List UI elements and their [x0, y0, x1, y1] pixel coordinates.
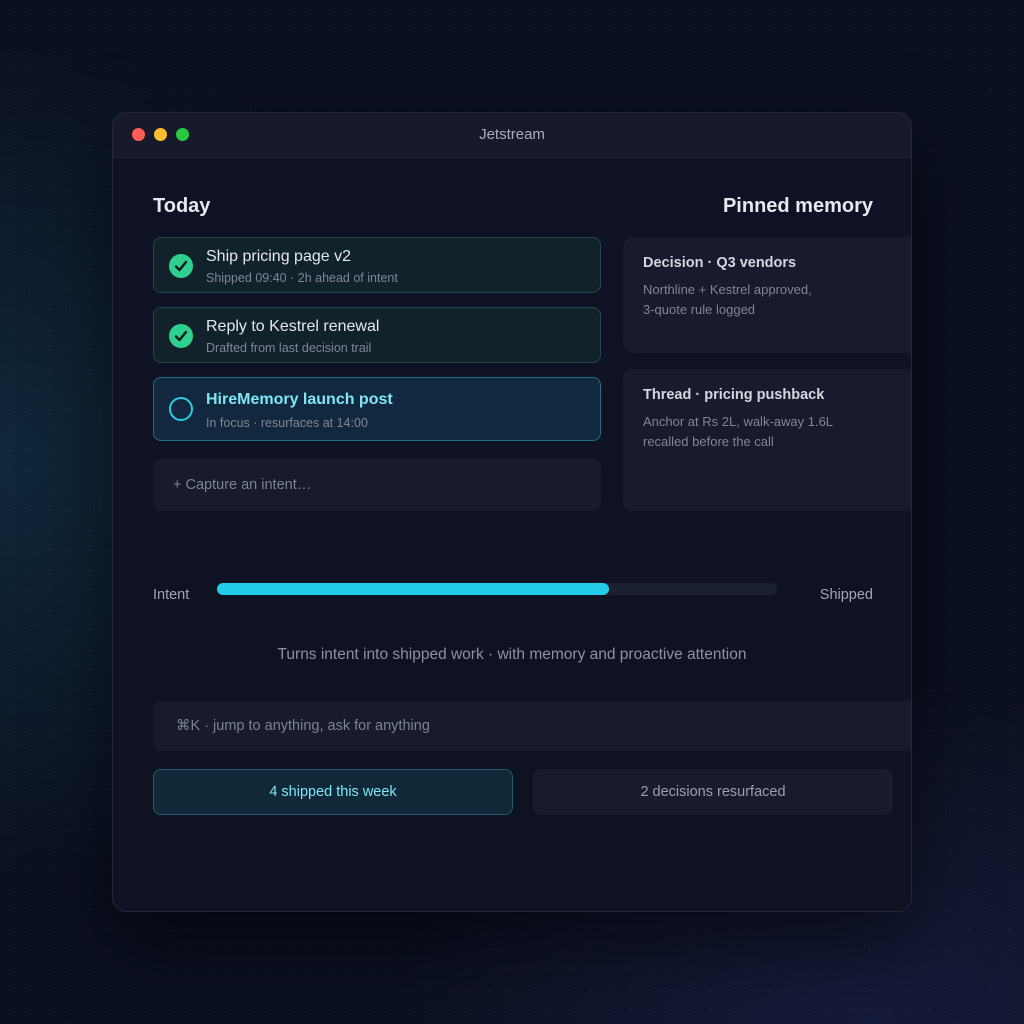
capture-intent-placeholder: + Capture an intent… [173, 477, 312, 493]
task-subtitle: In focus · resurfaces at 14:00 [206, 416, 368, 430]
task-subtitle: Shipped 09:40 · 2h ahead of intent [206, 271, 398, 285]
capture-intent-input[interactable]: + Capture an intent… [153, 459, 601, 511]
app-window: Jetstream Today Pinned memory Ship prici… [112, 112, 912, 912]
task-item[interactable]: Ship pricing page v2 Shipped 09:40 · 2h … [153, 237, 601, 293]
command-bar-input[interactable]: ⌘K · jump to anything, ask for anything [153, 701, 911, 751]
memory-card[interactable]: Decision · Q3 vendors Northline + Kestre… [623, 237, 911, 353]
task-subtitle: Drafted from last decision trail [206, 341, 372, 355]
task-title: HireMemory launch post [206, 391, 393, 408]
window-title: Jetstream [479, 126, 545, 143]
memory-card[interactable]: Thread · pricing pushback Anchor at Rs 2… [623, 369, 911, 511]
task-title: Ship pricing page v2 [206, 248, 351, 265]
memory-card-title: Thread · pricing pushback [643, 387, 825, 403]
shipped-this-week-button[interactable]: 4 shipped this week [153, 769, 513, 815]
progress-shipped-label: Shipped [819, 587, 873, 603]
pinned-memory-heading: Pinned memory [722, 195, 873, 217]
tagline: Turns intent into shipped work · with me… [277, 646, 747, 663]
memory-card-line: recalled before the call [643, 434, 774, 449]
check-circle-icon[interactable] [169, 254, 193, 278]
command-bar-placeholder: ⌘K · jump to anything, ask for anything [176, 718, 430, 734]
memory-card-body: Northline + Kestrel approved, 3-quote ru… [643, 280, 873, 320]
check-circle-icon[interactable] [169, 324, 193, 348]
progress-fill [217, 583, 609, 595]
progress-intent-label: Intent [153, 587, 190, 603]
memory-card-line: Northline + Kestrel approved, [643, 282, 812, 297]
task-item-focused[interactable]: HireMemory launch post In focus · resurf… [153, 377, 601, 441]
memory-card-title: Decision · Q3 vendors [643, 255, 797, 271]
today-heading: Today [153, 195, 211, 217]
title-bar: Jetstream [113, 113, 911, 158]
progress-track [217, 583, 777, 595]
task-title: Reply to Kestrel renewal [206, 318, 380, 335]
memory-card-body: Anchor at Rs 2L, walk-away 1.6L recalled… [643, 412, 873, 452]
task-item[interactable]: Reply to Kestrel renewal Drafted from la… [153, 307, 601, 363]
memory-card-line: 3-quote rule logged [643, 302, 756, 317]
decisions-resurfaced-button[interactable]: 2 decisions resurfaced [533, 769, 893, 815]
empty-circle-icon[interactable] [169, 397, 193, 421]
memory-card-line: Anchor at Rs 2L, walk-away 1.6L [643, 414, 834, 429]
